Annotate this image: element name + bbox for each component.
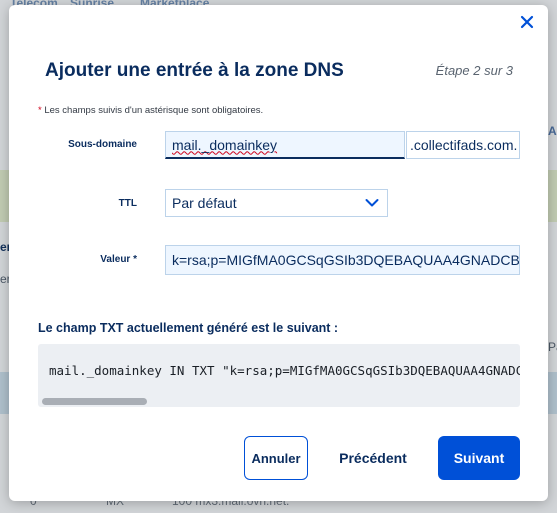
txt-preview-box: mail._domainkey IN TXT "k=rsa;p=MIGfMA0G… xyxy=(38,344,520,407)
value-text: k=rsa;p=MIGfMA0GCSqGSIb3DQEBAQUAA4GNADCB… xyxy=(172,252,520,268)
previous-button[interactable]: Précédent xyxy=(327,436,419,480)
value-label: Valeur * xyxy=(100,254,137,265)
next-button[interactable]: Suivant xyxy=(438,436,520,480)
txt-preview-code: mail._domainkey IN TXT "k=rsa;p=MIGfMA0G… xyxy=(49,363,520,378)
domain-suffix: .collectifads.com. xyxy=(406,131,520,159)
ttl-select[interactable]: Par défaut xyxy=(165,189,388,217)
close-icon xyxy=(520,15,534,29)
horizontal-scrollbar[interactable] xyxy=(40,397,518,405)
subdomain-label: Sous-domaine xyxy=(68,139,137,150)
ttl-selected-value: Par défaut xyxy=(172,195,237,211)
modal-title: Ajouter une entrée à la zone DNS xyxy=(45,60,344,81)
ttl-label: TTL xyxy=(118,198,137,209)
required-fields-note: * Les champs suivis d'un astérisque sont… xyxy=(38,105,263,116)
scrollbar-thumb[interactable] xyxy=(42,398,147,405)
cancel-button[interactable]: Annuler xyxy=(244,436,308,480)
subdomain-input[interactable]: mail._domainkey xyxy=(165,131,405,159)
value-input[interactable]: k=rsa;p=MIGfMA0GCSqGSIb3DQEBAQUAA4GNADCB… xyxy=(165,245,520,275)
subdomain-value: mail._domainkey xyxy=(172,136,278,153)
dns-entry-modal: Ajouter une entrée à la zone DNS Étape 2… xyxy=(9,5,548,501)
close-button[interactable] xyxy=(516,11,538,33)
required-note-text: Les champs suivis d'un astérisque sont o… xyxy=(41,105,264,116)
txt-heading: Le champ TXT actuellement généré est le … xyxy=(38,321,339,335)
step-indicator: Étape 2 sur 3 xyxy=(435,63,513,78)
chevron-down-icon xyxy=(365,199,379,207)
